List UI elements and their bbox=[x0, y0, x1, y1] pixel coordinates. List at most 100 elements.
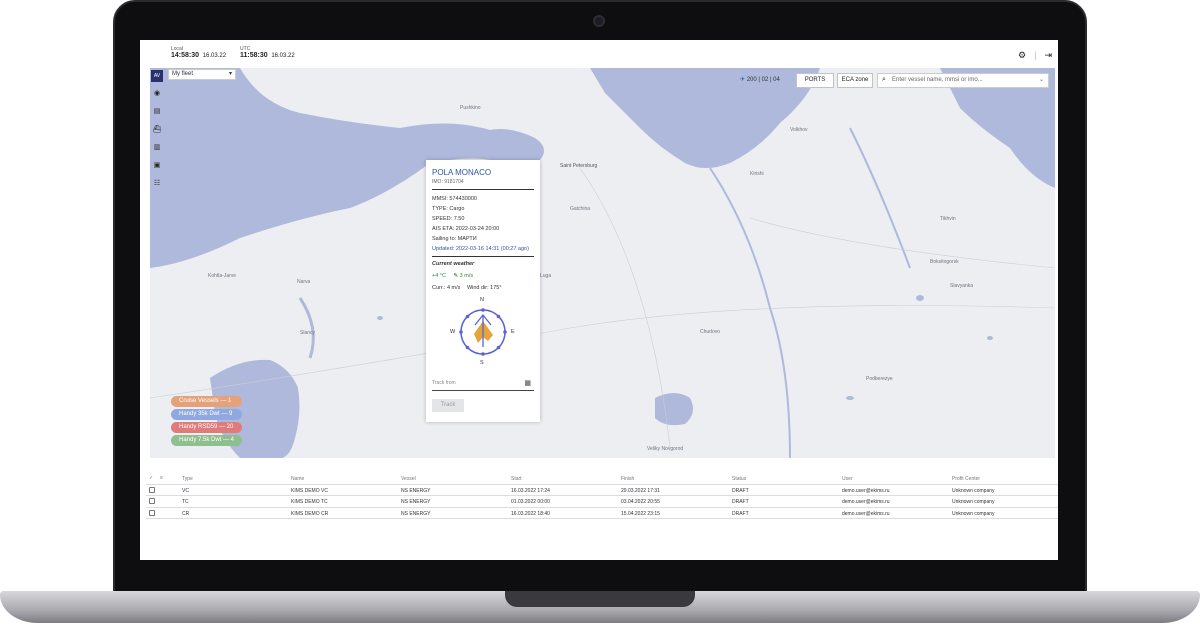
map-view[interactable]: Pushkino Saint Petersburg Gatchina Kohtl… bbox=[150, 68, 1055, 458]
compass-rose bbox=[459, 308, 507, 356]
table-row[interactable]: CR KIMS DEMO CR NS ENERGY 16.03.2022 18:… bbox=[146, 508, 1058, 519]
wind-direction-value: Wind dir: 175° bbox=[466, 285, 502, 291]
row-checkbox[interactable] bbox=[149, 498, 155, 504]
globe-icon[interactable]: ◉ bbox=[151, 88, 163, 100]
voyages-table: ✓ ≡ Type Name Vessel Start Finish Status… bbox=[146, 473, 1058, 519]
vessel-mmsi: MMSI: 574430000 bbox=[432, 196, 477, 202]
map-label: Luga bbox=[540, 273, 552, 279]
gear-icon[interactable]: ⚙ bbox=[1018, 50, 1026, 61]
legend-item[interactable]: Handy 35k Dwt — 9 bbox=[171, 409, 243, 420]
cell-type: CR bbox=[182, 510, 190, 517]
map-label: Slancy bbox=[300, 330, 316, 336]
laptop-mockup: Local 14:58:30 16.03.22 UTC 11:58:30 16.… bbox=[0, 0, 1200, 630]
row-checkbox[interactable] bbox=[149, 486, 155, 493]
cell-profit-center: Unknown company bbox=[952, 510, 995, 517]
wind-speed-value: 3 m/s bbox=[459, 273, 474, 279]
cell-user: demo.user@ekims.ru bbox=[842, 499, 890, 505]
table-row[interactable]: VC KIMS DEMO VC NS ENERGY 16.03.2022 17:… bbox=[146, 485, 1058, 496]
utc-date: 16.03.22 bbox=[271, 53, 295, 59]
calendar-icon[interactable]: ▤ bbox=[151, 106, 163, 118]
column-header[interactable]: Name bbox=[291, 476, 304, 482]
vessel-search-placeholder: Enter vessel name, mmsi or imo... bbox=[892, 77, 983, 83]
cell-type: TC bbox=[182, 499, 189, 505]
av-button[interactable]: AV bbox=[151, 70, 163, 82]
map-label: Kirishi bbox=[750, 171, 764, 177]
column-header[interactable]: Vessel bbox=[401, 476, 416, 482]
local-time: 14:58:30 bbox=[171, 52, 200, 59]
vessel-search-input[interactable]: ⌕ Enter vessel name, mmsi or imo... ⌄ bbox=[877, 73, 1049, 88]
compass-north: N bbox=[480, 297, 484, 303]
cell-status: DRAFT bbox=[732, 510, 749, 517]
filter-icon[interactable]: ≡ bbox=[160, 475, 163, 481]
compass-widget: N S W E bbox=[448, 297, 518, 367]
ports-button[interactable]: PORTS bbox=[796, 73, 834, 88]
settings-list-icon[interactable]: ☷ bbox=[151, 178, 163, 190]
vessel-type: TYPE: Cargo bbox=[432, 206, 465, 212]
satellite-icon: ✈ bbox=[740, 77, 746, 83]
fleet-select-value: My fleet bbox=[172, 71, 194, 77]
column-header[interactable]: Finish bbox=[621, 476, 634, 482]
compass-east: E bbox=[511, 329, 515, 335]
track-button[interactable]: Track bbox=[432, 399, 464, 412]
cell-user: demo.user@ekims.ru bbox=[842, 487, 890, 494]
column-header[interactable]: Start bbox=[511, 476, 522, 482]
vessel-updated: Updated: 2022-03-16 14:31 (00:27 ago) bbox=[432, 246, 529, 252]
cell-name: KIMS DEMO VC bbox=[291, 487, 328, 494]
vessel-count-text: 200 | 02 | 04 bbox=[746, 77, 780, 83]
vessel-name: POLA MONACO bbox=[432, 168, 492, 177]
local-date: 16.03.22 bbox=[202, 53, 227, 59]
print-icon[interactable]: ▥ bbox=[151, 142, 163, 154]
legend-item[interactable]: Handy 7.5k Dwt — 4 bbox=[171, 435, 243, 446]
utc-time: 11:58:30 bbox=[240, 52, 268, 59]
local-clock: Local 14:58:30 16.03.22 bbox=[171, 46, 226, 59]
legend-item[interactable]: Cruise Vessels — 1 bbox=[171, 396, 243, 407]
map-label: Kohtla-Jarve bbox=[208, 273, 237, 279]
eca-zone-button[interactable]: ECA zone bbox=[837, 73, 873, 88]
cell-start: 16.03.2022 18:40 bbox=[511, 510, 550, 517]
vessel-info-popup: POLA MONACO IMO: 9181704 MMSI: 574430000… bbox=[426, 160, 540, 422]
chevron-down-icon: ▾ bbox=[228, 71, 232, 77]
compass-south: S bbox=[480, 360, 484, 366]
cell-start: 01.03.2022 00:00 bbox=[511, 499, 550, 505]
app-screen: Local 14:58:30 16.03.22 UTC 11:58:30 16.… bbox=[140, 40, 1058, 560]
map-label: Saint Petersburg bbox=[560, 163, 598, 169]
divider bbox=[432, 189, 534, 190]
column-header[interactable]: Profit Center bbox=[952, 476, 980, 482]
temperature-value: +4 °C bbox=[432, 273, 446, 279]
map-label: Narva bbox=[297, 279, 311, 285]
row-checkbox[interactable] bbox=[149, 509, 155, 516]
cell-vessel: NS ENERGY bbox=[401, 499, 431, 505]
map-label: Volkhov bbox=[790, 127, 808, 133]
calendar-icon[interactable]: ▦ bbox=[524, 379, 531, 387]
fleet-select[interactable]: My fleet ▾ bbox=[168, 69, 236, 80]
cell-finish: 03.04.2022 20:55 bbox=[621, 499, 660, 505]
logout-icon[interactable]: ⇥ bbox=[1044, 50, 1052, 61]
current-value: Curr.: 4 m/s bbox=[432, 285, 461, 291]
cell-type: VC bbox=[182, 487, 189, 494]
column-header[interactable]: Status bbox=[732, 476, 746, 482]
cell-status: DRAFT bbox=[732, 499, 749, 505]
chevron-down-icon: ⌄ bbox=[1038, 77, 1044, 83]
vessel-destination: Sailing to: МАРТИ bbox=[432, 236, 477, 242]
column-header[interactable]: User bbox=[842, 476, 853, 482]
column-header[interactable]: Type bbox=[182, 476, 193, 482]
vessel-eta: AIS ETA: 2022-03-24 20:00 bbox=[432, 226, 500, 232]
cell-name: KIMS DEMO TC bbox=[291, 499, 328, 505]
cell-user: demo.user@ekims.ru bbox=[842, 510, 890, 517]
compass-west: W bbox=[450, 329, 456, 335]
legend-item[interactable]: Handy RSD59 — 20 bbox=[171, 422, 243, 433]
vessel-speed: SPEED: 7.50 bbox=[432, 216, 465, 222]
track-from-input[interactable]: Track from ▦ bbox=[432, 375, 534, 391]
check-all-icon[interactable]: ✓ bbox=[149, 475, 153, 481]
briefcase-icon[interactable]: ▣ bbox=[151, 160, 163, 172]
cell-finish: 15.04.2022 23:15 bbox=[621, 510, 660, 517]
cell-profit-center: Unknown company bbox=[952, 487, 995, 494]
map-label: Veliky Novgorod bbox=[647, 446, 684, 452]
cell-name: KIMS DEMO CR bbox=[291, 510, 329, 517]
map-label: Chudovo bbox=[700, 329, 721, 335]
ship-icon[interactable]: ⛴ bbox=[151, 124, 163, 136]
map-label: Gatchina bbox=[570, 206, 591, 212]
wind-icon: ✎ bbox=[453, 273, 459, 279]
table-row[interactable]: TC KIMS DEMO TC NS ENERGY 01.03.2022 00:… bbox=[146, 496, 1058, 508]
track-from-placeholder: Track from bbox=[432, 380, 456, 386]
